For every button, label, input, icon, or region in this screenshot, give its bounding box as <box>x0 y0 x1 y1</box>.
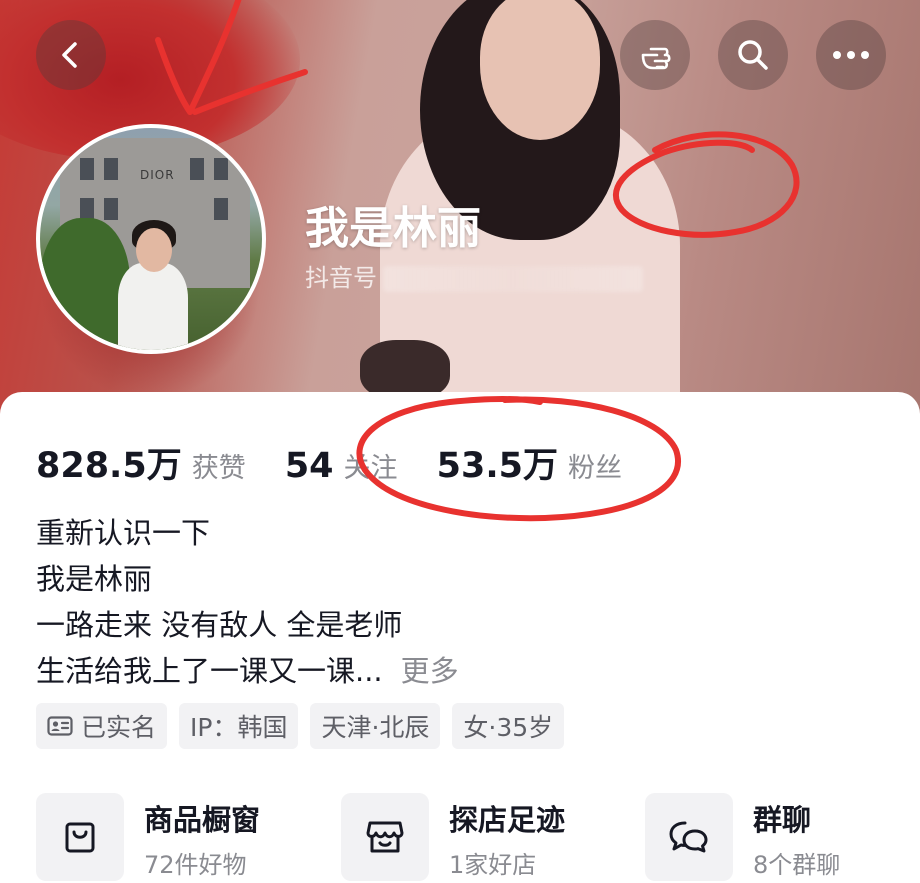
avatar[interactable]: DIOR <box>36 124 266 354</box>
followers-stat[interactable]: 53.5万 粉丝 <box>437 437 622 488</box>
bio-line: 我是林丽 <box>36 562 153 596</box>
stats-row: 828.5万 获赞 54 关注 53.5万 粉丝 <box>36 437 656 488</box>
douyin-id-label: 抖音号 <box>305 264 377 292</box>
more-dots-icon <box>833 51 869 59</box>
id-card-icon <box>47 716 73 736</box>
likes-label: 获赞 <box>191 453 246 484</box>
bio-line: 重新认识一下 <box>36 516 211 550</box>
tag-location[interactable]: 天津·北辰 <box>310 703 441 749</box>
tag-label: IP：韩国 <box>190 713 288 742</box>
tag-ip-location: IP：韩国 <box>179 703 299 749</box>
followers-label: 粉丝 <box>567 453 622 484</box>
avatar-tree <box>40 218 130 350</box>
search-icon <box>738 40 768 70</box>
douyin-id-blurred <box>383 266 643 292</box>
following-label: 关注 <box>343 453 398 484</box>
tag-label: 女·35岁 <box>463 713 554 742</box>
poke-button[interactable] <box>620 20 690 90</box>
bio-line: 生活给我上了一课又一课... <box>36 654 383 688</box>
avatar-logo-text: DIOR <box>140 168 175 182</box>
card-group-chats[interactable]: 群聊 8个群聊 <box>645 793 915 883</box>
card-subtitle: 72件好物 <box>144 851 247 879</box>
profile-tags: 已实名 IP：韩国 天津·北辰 女·35岁 <box>36 703 565 749</box>
card-store-visits[interactable]: 探店足迹 1家好店 <box>341 793 611 883</box>
chat-bubbles-icon <box>645 793 733 881</box>
tag-gender-age: 女·35岁 <box>452 703 565 749</box>
card-title: 探店足迹 <box>449 803 566 837</box>
following-stat[interactable]: 54 关注 <box>285 446 398 486</box>
card-subtitle: 8个群聊 <box>753 851 841 879</box>
hand-point-icon <box>641 47 671 70</box>
likes-stat[interactable]: 828.5万 获赞 <box>36 437 246 488</box>
bio-more-link[interactable]: 更多 <box>401 654 459 688</box>
following-count: 54 <box>284 446 334 486</box>
card-subtitle: 1家好店 <box>449 851 537 879</box>
bio: 重新认识一下 我是林丽 一路走来 没有敌人 全是老师 生活给我上了一课又一课..… <box>36 510 459 694</box>
followers-count: 53.5万 <box>436 446 558 486</box>
tag-verified[interactable]: 已实名 <box>36 703 168 749</box>
search-button[interactable] <box>718 20 788 90</box>
chevron-left-icon <box>62 42 77 68</box>
store-icon <box>341 793 429 881</box>
shopping-bag-icon <box>36 793 124 881</box>
profile-name: 我是林丽 <box>305 203 481 254</box>
likes-count: 828.5万 <box>36 446 182 486</box>
card-shop-window[interactable]: 商品橱窗 72件好物 <box>36 793 306 883</box>
card-title: 商品橱窗 <box>144 803 261 837</box>
card-title: 群聊 <box>753 803 812 837</box>
douyin-id-row[interactable]: 抖音号 <box>305 258 643 293</box>
back-button[interactable] <box>36 20 106 90</box>
bio-line: 一路走来 没有敌人 全是老师 <box>36 608 403 642</box>
tag-label: 天津·北辰 <box>321 713 430 742</box>
more-options-button[interactable] <box>816 20 886 90</box>
tag-label: 已实名 <box>81 713 157 742</box>
